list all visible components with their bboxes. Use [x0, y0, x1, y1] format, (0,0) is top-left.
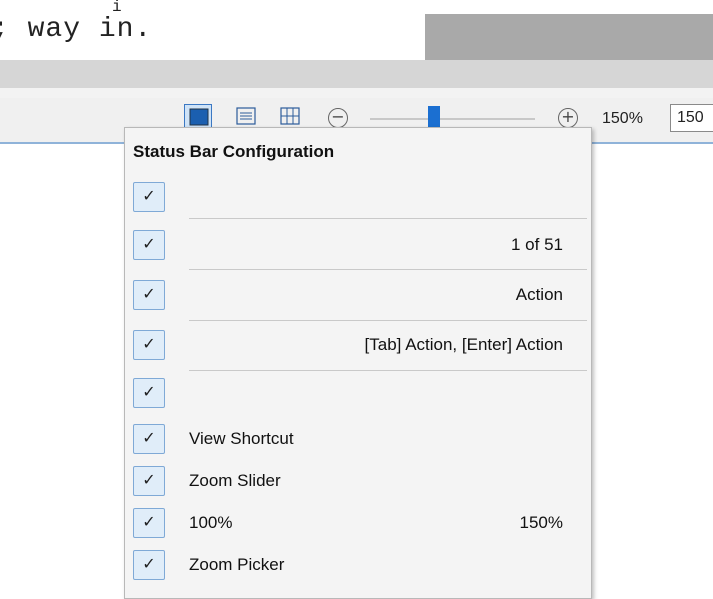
check-icon: ✓: [133, 182, 165, 212]
menu-item-zoom-slider[interactable]: ✓ Zoom Slider: [125, 464, 591, 498]
menu-item-action[interactable]: ✓ Action: [125, 274, 591, 320]
menu-item-zoom-picker[interactable]: ✓ Zoom Picker: [125, 548, 591, 582]
document-gray-region: [425, 14, 713, 60]
menu-item-value: 150%: [519, 513, 563, 532]
menu-divider: [189, 269, 587, 270]
check-icon: ✓: [133, 550, 165, 580]
page-view-icon: [189, 108, 209, 126]
check-icon: ✓: [133, 466, 165, 496]
grid-view-icon: [280, 107, 300, 125]
document-area[interactable]: i ; way in.: [0, 0, 713, 60]
zoom-level-label[interactable]: 150%: [602, 110, 643, 128]
zoom-picker-field[interactable]: 150: [670, 104, 713, 132]
menu-item-label: Zoom Slider: [189, 471, 281, 490]
check-icon: ✓: [133, 330, 165, 360]
menu-divider: [189, 218, 587, 219]
menu-divider: [189, 320, 587, 321]
check-icon: ✓: [133, 280, 165, 310]
horizontal-scrollbar-area[interactable]: [0, 60, 713, 88]
separator: [0, 88, 713, 98]
lines-view-icon: [236, 107, 256, 125]
menu-item-keyboard-actions[interactable]: ✓ [Tab] Action, [Enter] Action: [125, 326, 591, 372]
menu-item-label: 100%: [189, 513, 233, 532]
menu-item-view-shortcut[interactable]: ✓ View Shortcut: [125, 422, 591, 456]
menu-item-value: [Tab] Action, [Enter] Action: [364, 335, 563, 354]
menu-item-label: Zoom Picker: [189, 555, 285, 574]
menu-item-value: Action: [515, 285, 563, 304]
document-text-line: ; way in.: [0, 14, 153, 45]
menu-item-label: View Shortcut: [189, 429, 294, 448]
zoom-in-button[interactable]: +: [558, 108, 578, 128]
menu-title: Status Bar Configuration: [133, 142, 335, 161]
check-icon: ✓: [133, 230, 165, 260]
menu-item-page-number[interactable]: ✓ 1 of 51: [125, 224, 591, 270]
check-icon: ✓: [133, 424, 165, 454]
check-icon: ✓: [133, 378, 165, 408]
menu-item-zoom[interactable]: ✓ 100% 150%: [125, 506, 591, 540]
status-bar-configuration-menu: Status Bar Configuration ✓ ✓ 1 of 51 ✓ A…: [124, 127, 592, 599]
menu-item-value: 1 of 51: [511, 235, 563, 254]
zoom-out-button[interactable]: −: [328, 108, 348, 128]
menu-item-1[interactable]: ✓: [125, 176, 591, 220]
zoom-slider-track[interactable]: [370, 118, 535, 120]
check-icon: ✓: [133, 508, 165, 538]
menu-divider: [189, 370, 587, 371]
menu-item-5[interactable]: ✓: [125, 374, 591, 412]
